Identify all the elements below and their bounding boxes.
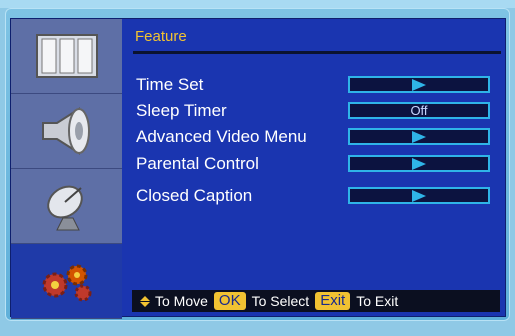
gears-icon (42, 264, 91, 302)
menu-item-parental-control[interactable]: Parental Control (136, 153, 496, 175)
move-hint: To Move (155, 293, 208, 309)
help-bar: To Move OK To Select Exit To Exit (132, 290, 500, 312)
outer-frame-top (0, 0, 515, 8)
menu-item-label: Closed Caption (136, 186, 253, 205)
menu-item-closed-caption[interactable]: Closed Caption (136, 185, 496, 207)
menu-item-label: Advanced Video Menu (136, 127, 307, 146)
feature-panel: Feature Time Set Sleep Timer Off Advance… (122, 19, 505, 316)
sidebar (11, 19, 122, 319)
title-divider (133, 51, 501, 54)
sidebar-item-channel[interactable] (11, 169, 122, 244)
sleep-timer-value[interactable]: Off (348, 102, 490, 119)
menu-item-label: Time Set (136, 75, 204, 94)
submenu-arrow-box[interactable] (348, 155, 490, 172)
right-arrow-icon (412, 158, 426, 170)
osd-menu: Feature Time Set Sleep Timer Off Advance… (10, 18, 506, 319)
submenu-arrow-box[interactable] (348, 128, 490, 145)
menu-item-label: Parental Control (136, 154, 259, 173)
page-title: Feature (135, 28, 187, 45)
menu-item-label: Sleep Timer (136, 101, 227, 120)
sidebar-item-picture[interactable] (11, 19, 122, 94)
menu-item-sleep-timer[interactable]: Sleep Timer Off (136, 100, 496, 122)
satellite-dish-icon (46, 185, 83, 231)
picture-icon (35, 34, 98, 78)
right-arrow-icon (412, 190, 426, 202)
sidebar-item-feature[interactable] (11, 244, 122, 319)
exit-hint: To Exit (356, 293, 399, 309)
menu-item-advanced-video[interactable]: Advanced Video Menu (136, 126, 496, 148)
menu-item-time-set[interactable]: Time Set (136, 74, 496, 96)
speaker-icon (41, 107, 90, 155)
exit-key: Exit (315, 292, 351, 310)
outer-frame-bottom (0, 322, 515, 336)
right-arrow-icon (412, 79, 426, 91)
submenu-arrow-box[interactable] (348, 76, 490, 93)
select-hint: To Select (251, 293, 310, 309)
up-down-arrows-icon (140, 295, 150, 307)
submenu-arrow-box[interactable] (348, 187, 490, 204)
right-arrow-icon (412, 131, 426, 143)
sidebar-item-audio[interactable] (11, 94, 122, 169)
ok-key: OK (213, 292, 246, 310)
